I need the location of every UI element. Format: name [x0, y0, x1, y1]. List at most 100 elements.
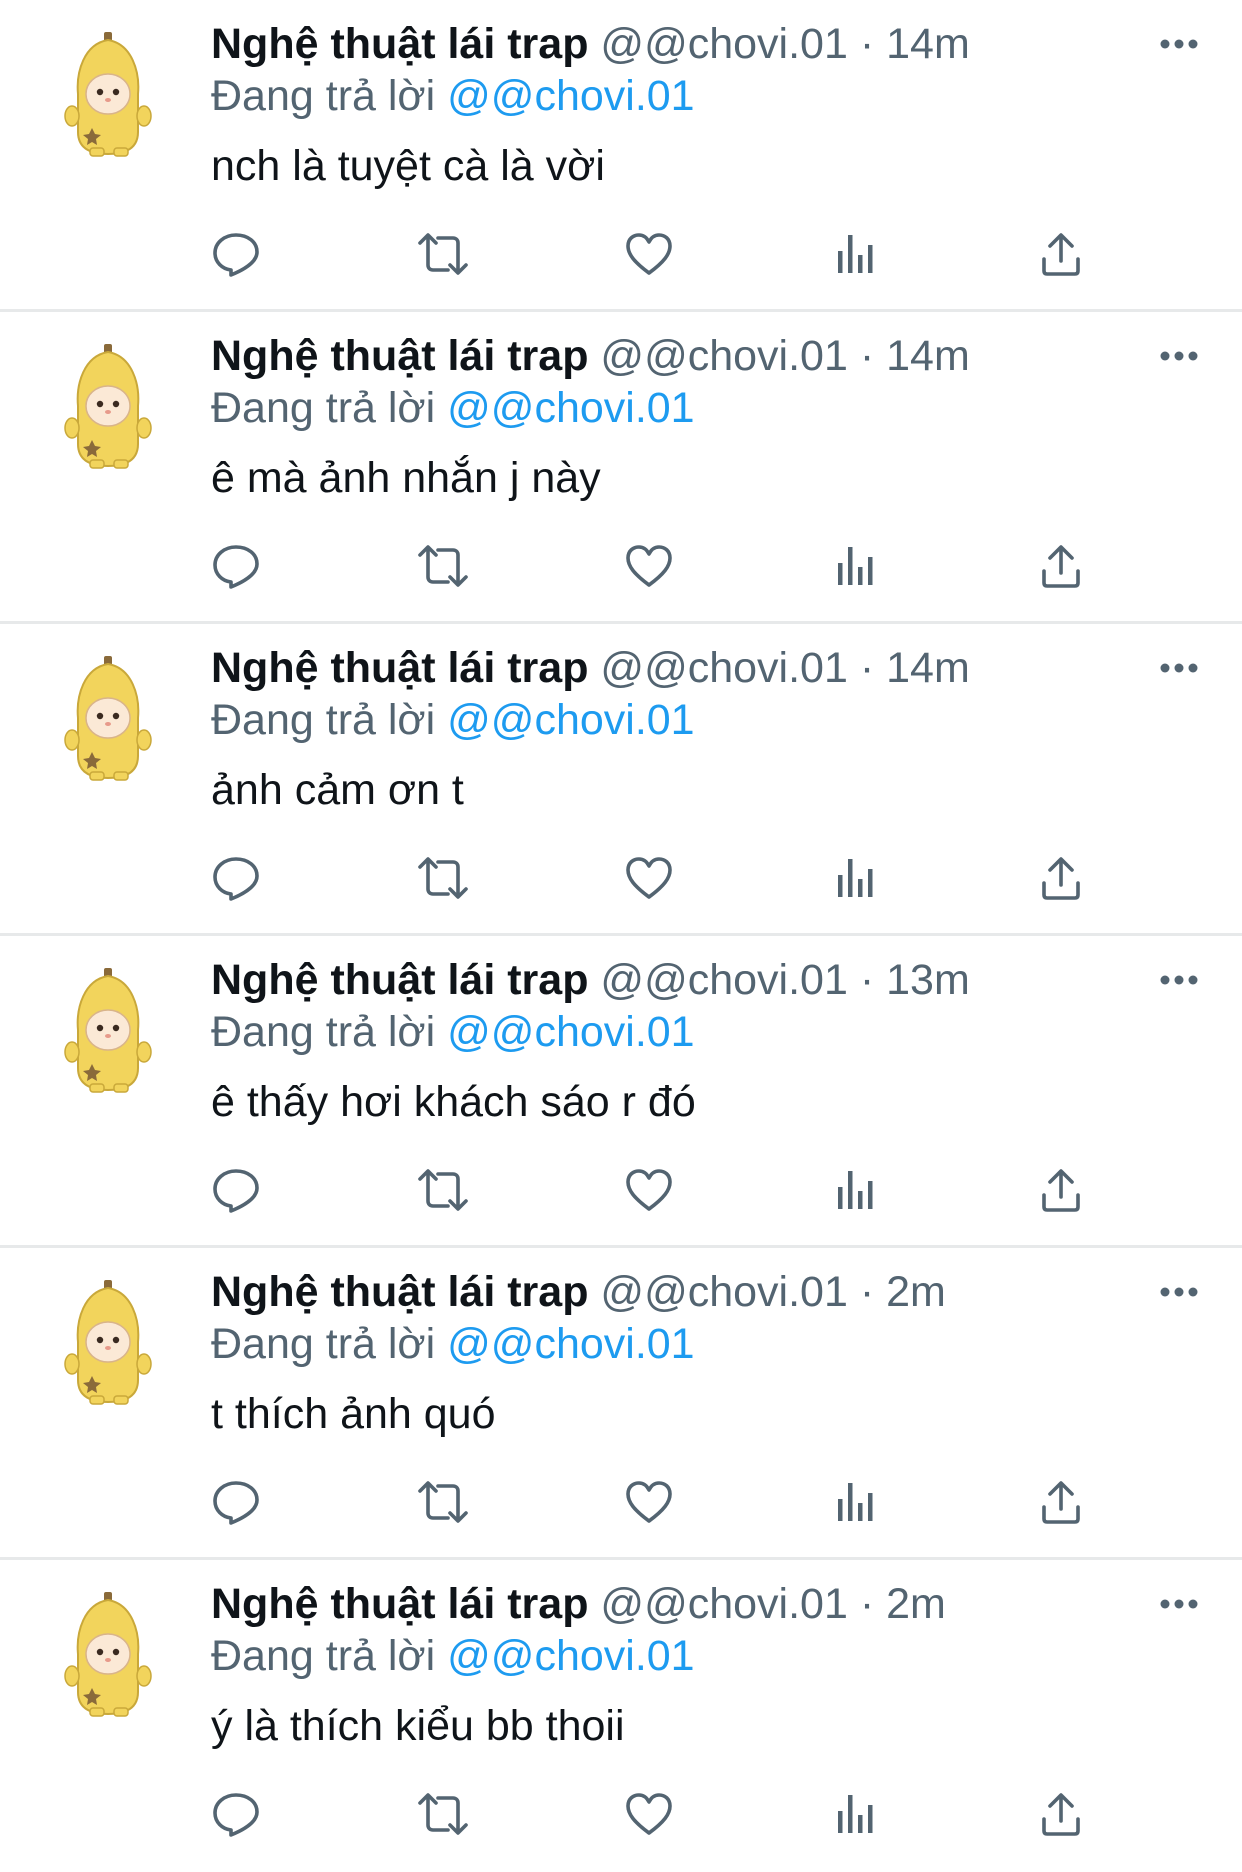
timestamp[interactable]: 14m — [886, 644, 970, 692]
reply-button[interactable] — [206, 538, 266, 594]
avatar[interactable] — [62, 1280, 154, 1406]
reply-mention-link[interactable]: @@chovi.01 — [447, 696, 694, 744]
more-options-button[interactable] — [1156, 24, 1202, 64]
like-button[interactable] — [619, 1162, 679, 1218]
more-options-button[interactable] — [1156, 648, 1202, 688]
more-horizontal-icon — [1160, 39, 1198, 49]
views-button[interactable] — [826, 1474, 886, 1530]
like-button[interactable] — [619, 1786, 679, 1842]
avatar[interactable] — [62, 1592, 154, 1718]
tweet[interactable]: Nghệ thuật lái trap @@chovi.01 · 14m Đan… — [0, 312, 1242, 624]
tweet-text: ê mà ảnh nhắn j này — [211, 454, 601, 502]
tweet-header: Nghệ thuật lái trap @@chovi.01 · 14m — [211, 638, 970, 698]
share-button[interactable] — [1031, 226, 1091, 282]
timestamp[interactable]: 14m — [886, 20, 970, 68]
retweet-button[interactable] — [413, 226, 473, 282]
like-button[interactable] — [619, 226, 679, 282]
reply-prefix: Đang trả lời — [211, 384, 436, 432]
tweet-text: ảnh cảm ơn t — [211, 766, 464, 814]
reply-mention-link[interactable]: @@chovi.01 — [447, 1008, 694, 1056]
heart-icon — [626, 545, 672, 587]
banana-cat-avatar-icon — [64, 1592, 152, 1717]
separator-dot: · — [859, 1268, 875, 1316]
reply-button[interactable] — [206, 850, 266, 906]
more-options-button[interactable] — [1156, 1584, 1202, 1624]
tweet[interactable]: Nghệ thuật lái trap @@chovi.01 · 2m Đang… — [0, 1248, 1242, 1560]
tweet[interactable]: Nghệ thuật lái trap @@chovi.01 · 13m Đan… — [0, 936, 1242, 1248]
reply-context: Đang trả lời @@chovi.01 — [211, 378, 695, 438]
more-options-button[interactable] — [1156, 336, 1202, 376]
separator-dot: · — [859, 332, 875, 380]
author-name[interactable]: Nghệ thuật lái trap — [211, 332, 588, 380]
tweet-header: Nghệ thuật lái trap @@chovi.01 · 2m — [211, 1574, 946, 1634]
retweet-button[interactable] — [413, 1474, 473, 1530]
reply-button[interactable] — [206, 1162, 266, 1218]
timestamp[interactable]: 2m — [886, 1580, 946, 1628]
like-button[interactable] — [619, 1474, 679, 1530]
views-button[interactable] — [826, 226, 886, 282]
author-handle[interactable]: @@chovi.01 — [600, 332, 847, 380]
banana-cat-avatar-icon — [64, 968, 152, 1093]
more-options-button[interactable] — [1156, 960, 1202, 1000]
reply-button[interactable] — [206, 1786, 266, 1842]
share-icon — [1042, 1793, 1080, 1836]
more-options-button[interactable] — [1156, 1272, 1202, 1312]
author-name[interactable]: Nghệ thuật lái trap — [211, 1580, 588, 1628]
share-button[interactable] — [1031, 1786, 1091, 1842]
author-name[interactable]: Nghệ thuật lái trap — [211, 20, 588, 68]
avatar[interactable] — [62, 968, 154, 1094]
share-icon — [1042, 545, 1080, 588]
heart-icon — [626, 1481, 672, 1523]
timestamp[interactable]: 14m — [886, 332, 970, 380]
retweet-button[interactable] — [413, 538, 473, 594]
reply-context: Đang trả lời @@chovi.01 — [211, 1626, 695, 1686]
author-name[interactable]: Nghệ thuật lái trap — [211, 644, 588, 692]
retweet-button[interactable] — [413, 850, 473, 906]
views-button[interactable] — [826, 1162, 886, 1218]
like-button[interactable] — [619, 850, 679, 906]
reply-mention-link[interactable]: @@chovi.01 — [447, 384, 694, 432]
tweet[interactable]: Nghệ thuật lái trap @@chovi.01 · 14m Đan… — [0, 0, 1242, 312]
tweet-text: ý là thích kiểu bb thoii — [211, 1702, 625, 1750]
author-handle[interactable]: @@chovi.01 — [600, 644, 847, 692]
like-button[interactable] — [619, 538, 679, 594]
reply-mention-link[interactable]: @@chovi.01 — [447, 1320, 694, 1368]
share-button[interactable] — [1031, 850, 1091, 906]
reply-button[interactable] — [206, 226, 266, 282]
reply-icon — [213, 857, 259, 901]
views-button[interactable] — [826, 850, 886, 906]
heart-icon — [626, 1169, 672, 1211]
reply-icon — [213, 545, 259, 589]
views-chart-icon — [838, 1483, 873, 1521]
reply-prefix: Đang trả lời — [211, 1320, 436, 1368]
retweet-button[interactable] — [413, 1786, 473, 1842]
share-icon — [1042, 1481, 1080, 1524]
tweet[interactable]: Nghệ thuật lái trap @@chovi.01 · 14m Đan… — [0, 624, 1242, 936]
reply-prefix: Đang trả lời — [211, 1632, 436, 1680]
author-handle[interactable]: @@chovi.01 — [600, 1580, 847, 1628]
retweet-icon — [418, 857, 468, 899]
avatar[interactable] — [62, 344, 154, 470]
timestamp[interactable]: 13m — [886, 956, 970, 1004]
author-handle[interactable]: @@chovi.01 — [600, 956, 847, 1004]
views-button[interactable] — [826, 1786, 886, 1842]
author-name[interactable]: Nghệ thuật lái trap — [211, 1268, 588, 1316]
separator-dot: · — [859, 20, 875, 68]
reply-mention-link[interactable]: @@chovi.01 — [447, 72, 694, 120]
author-handle[interactable]: @@chovi.01 — [600, 1268, 847, 1316]
avatar[interactable] — [62, 656, 154, 782]
author-handle[interactable]: @@chovi.01 — [600, 20, 847, 68]
tweet-header: Nghệ thuật lái trap @@chovi.01 · 13m — [211, 950, 970, 1010]
share-button[interactable] — [1031, 1474, 1091, 1530]
author-name[interactable]: Nghệ thuật lái trap — [211, 956, 588, 1004]
timestamp[interactable]: 2m — [886, 1268, 946, 1316]
reply-button[interactable] — [206, 1474, 266, 1530]
retweet-button[interactable] — [413, 1162, 473, 1218]
reply-mention-link[interactable]: @@chovi.01 — [447, 1632, 694, 1680]
tweet[interactable]: Nghệ thuật lái trap @@chovi.01 · 2m Đang… — [0, 1560, 1242, 1872]
views-button[interactable] — [826, 538, 886, 594]
share-button[interactable] — [1031, 538, 1091, 594]
share-button[interactable] — [1031, 1162, 1091, 1218]
avatar[interactable] — [62, 32, 154, 158]
more-horizontal-icon — [1160, 1287, 1198, 1297]
